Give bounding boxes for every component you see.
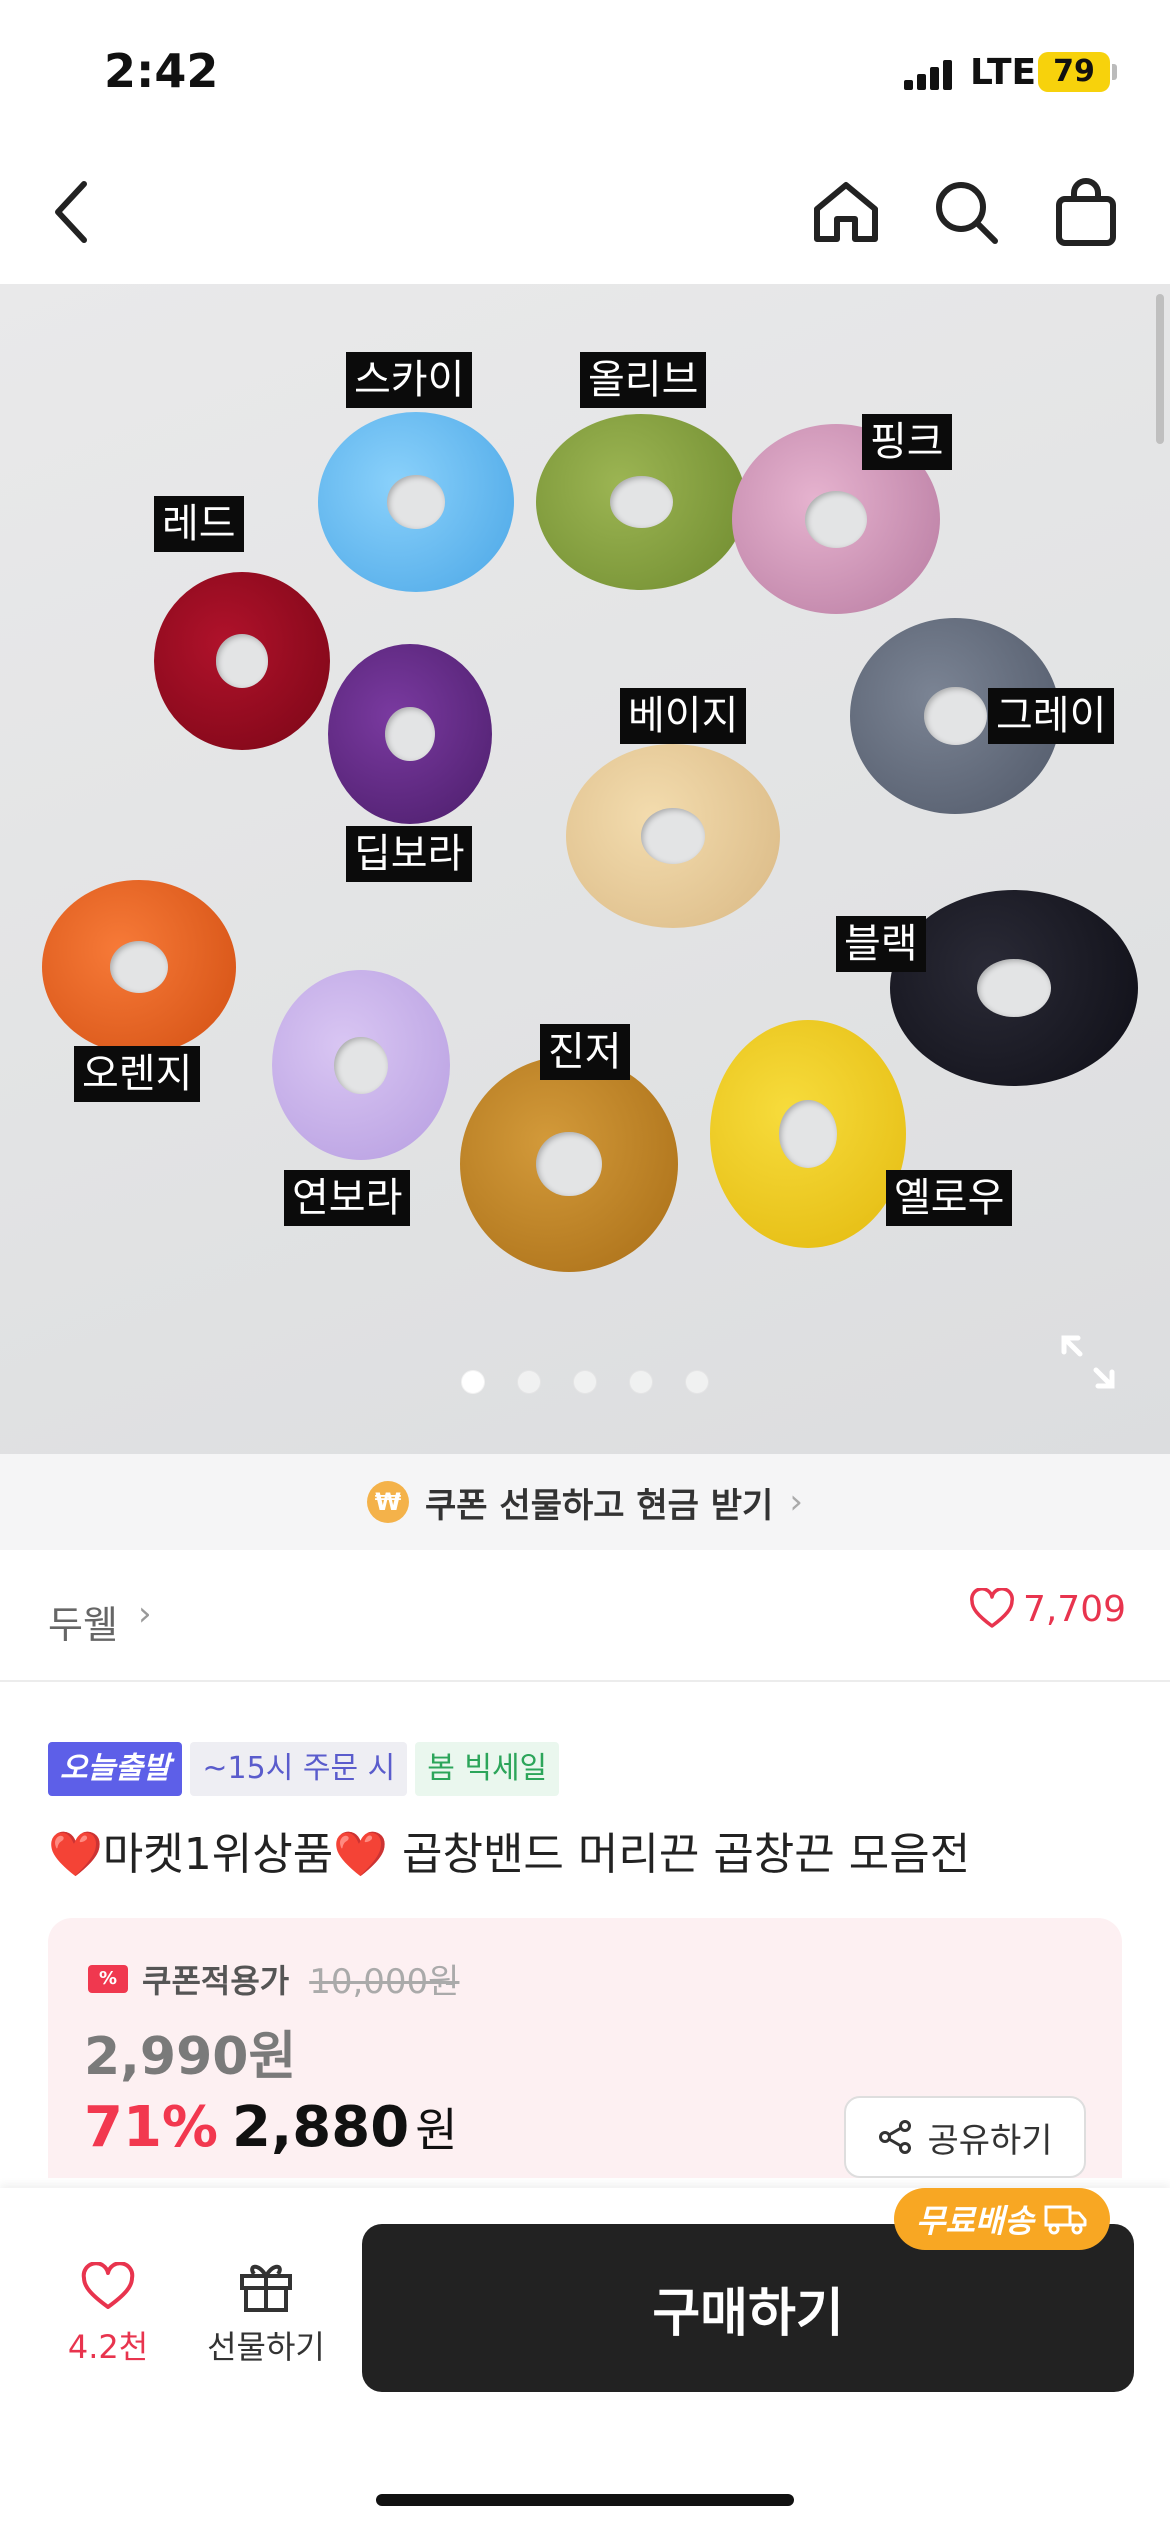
wishlist-button[interactable]: 4.2천 [56,2261,160,2368]
label-orange: 오렌지 [74,1046,201,1102]
coin-icon: ₩ [367,1481,410,1523]
label-deep-purple: 딥보라 [346,826,473,882]
chevron-right-icon: › [138,1594,152,1634]
cart-icon[interactable] [1046,172,1126,252]
gift-label: 선물하기 [207,2328,325,2366]
signal-icon [904,58,954,90]
carousel-dot[interactable] [573,1370,597,1394]
scrunchie-deep-purple [328,644,492,824]
scrunchie-black [890,890,1138,1086]
home-icon[interactable] [806,172,886,252]
product-title-part2: 곱창밴드 머리끈 곱창끈 모음전 [388,1829,971,1880]
free-shipping-badge: 무료배송 [894,2188,1110,2250]
label-mustard: 진저 [540,1024,630,1080]
battery-icon: 79 [1038,52,1110,92]
heart-icon [970,1588,1014,1628]
battery-nub [1112,64,1117,80]
share-button[interactable]: 공유하기 [844,2096,1086,2178]
label-sky: 스카이 [346,352,473,408]
gift-icon [240,2264,292,2312]
carousel-dots [0,1370,1170,1398]
bottom-action-bar: 4.2천 선물하기 구매하기 무료배송 [0,2188,1170,2532]
label-olive: 올리브 [580,352,707,408]
label-grey: 그레이 [988,688,1115,744]
product-title: ❤️마켓1위상품❤️ 곱창밴드 머리끈 곱창끈 모음전 [48,1818,1128,1882]
scrunchie-olive [536,414,746,590]
scrunchie-orange [42,880,236,1054]
heart-emoji: ❤️ [48,1829,103,1880]
back-icon[interactable] [32,172,112,252]
gift-button[interactable]: 선물하기 [196,2258,336,2368]
home-indicator [376,2494,794,2506]
chevron-right-icon: › [789,1482,803,1522]
coupon-price-label: 쿠폰적용가 [142,1961,290,2000]
label-red: 레드 [154,496,244,552]
wishlist-count: 4.2천 [67,2328,149,2366]
coupon-gift-banner[interactable]: ₩ 쿠폰 선물하고 현금 받기 › [0,1454,1170,1550]
status-bar: 2:42 LTE 79 [0,0,1170,140]
seller-row: 두웰 › 7,709 [0,1550,1170,1682]
scrunchie-beige [566,744,780,928]
search-icon[interactable] [926,172,1006,252]
badge-sale: 봄 빅세일 [415,1742,560,1796]
heart-emoji: ❤️ [333,1829,388,1880]
coupon-banner-text: 쿠폰 선물하고 현금 받기 [425,1485,774,1526]
seller-like[interactable]: 7,709 [969,1588,1126,1630]
discount-rate: 71% [84,2095,219,2160]
coupon-price-row: % 쿠폰적용가 10,000원 [88,1954,459,2003]
scrunchie-sky [318,412,514,592]
status-time: 2:42 [104,44,219,98]
truck-icon [1044,2205,1087,2235]
coupon-icon: % [88,1964,128,1993]
badge-order-time: ~15시 주문 시 [190,1742,408,1796]
network-label: LTE [970,52,1037,93]
scrunchie-red [154,572,330,750]
heart-icon [81,2261,135,2309]
label-black: 블랙 [836,916,926,972]
free-shipping-label: 무료배송 [916,2202,1034,2240]
scrunchie-yellow [710,1020,906,1248]
share-label: 공유하기 [927,2120,1053,2161]
product-image-carousel[interactable]: 스카이 올리브 핑크 레드 그레이 베이지 딥보라 블랙 진저 오렌지 연보라 … [0,284,1170,1454]
sale-price-row: 71% 2,880 원 [84,2094,458,2160]
sale-price: 2,880 [232,2095,410,2160]
carousel-dot[interactable] [517,1370,541,1394]
carousel-dot[interactable] [461,1370,485,1394]
seller-name[interactable]: 두웰 [48,1594,118,1649]
label-yellow: 옐로우 [886,1170,1013,1226]
label-beige: 베이지 [620,688,747,744]
product-title-part1: 마켓1위상품 [102,1829,334,1880]
label-lavender: 연보라 [284,1170,411,1226]
badge-row: 오늘출발 ~15시 주문 시 봄 빅세일 [48,1742,560,1796]
like-count: 7,709 [1022,1588,1126,1630]
currency-unit: 원 [415,2103,458,2157]
scrunchie-mustard [460,1056,678,1272]
carousel-dot[interactable] [685,1370,709,1394]
nav-bar [0,140,1170,284]
label-pink: 핑크 [862,414,952,470]
share-icon [879,2120,912,2154]
scroll-indicator [1156,294,1164,444]
coupon-price: 2,990원 [84,2027,297,2087]
carousel-dot[interactable] [629,1370,653,1394]
scrunchie-lavender [272,970,450,1160]
price-box: % 쿠폰적용가 10,000원 2,990원 71% 2,880 원 공유하기 [48,1918,1122,2178]
badge-today-ship: 오늘출발 [48,1742,183,1796]
buy-label: 구매하기 [652,2283,844,2344]
battery-level: 79 [1053,54,1095,89]
expand-icon[interactable] [1060,1334,1116,1390]
original-price: 10,000원 [309,1962,460,2002]
